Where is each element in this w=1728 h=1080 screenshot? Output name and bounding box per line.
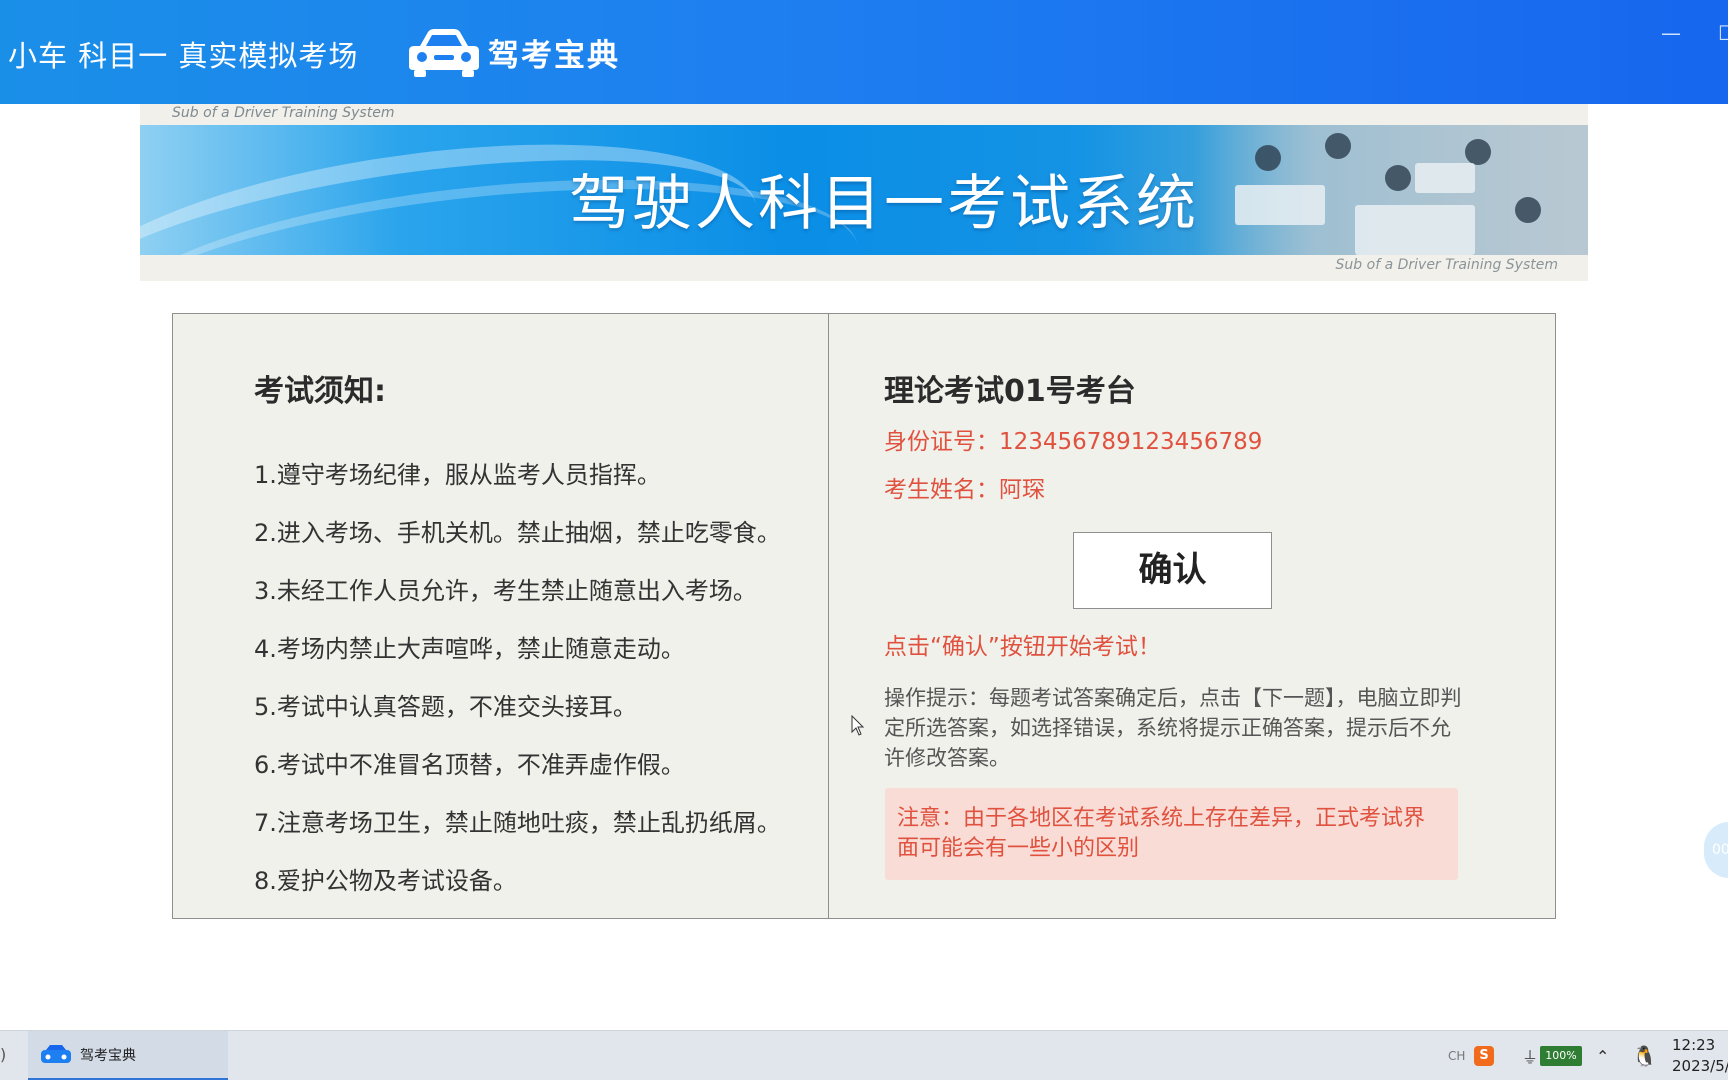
logo-text: 驾考宝典: [488, 37, 620, 74]
notice-rule: 4.考场内禁止大声喧哗，禁止随意走动。: [254, 635, 685, 663]
taskbar-app-jiakaobaodian[interactable]: 驾考宝典: [28, 1031, 228, 1080]
banner-subtitle-bottom: Sub of a Driver Training System: [1335, 257, 1558, 273]
car-app-icon: [41, 1044, 71, 1063]
minimize-icon[interactable]: —: [1656, 18, 1686, 48]
mouse-cursor-icon: [851, 715, 865, 736]
examinee-name-line: 考生姓名：阿琛: [884, 477, 1045, 503]
sogou-logo: S: [1474, 1046, 1494, 1066]
notice-rule: 8.爱护公物及考试设备。: [254, 867, 517, 895]
qq-penguin-icon[interactable]: 🐧: [1632, 1031, 1657, 1080]
notice-rule: 2.进入考场、手机关机。禁止抽烟，禁止吃零食。: [254, 519, 781, 547]
maximize-icon[interactable]: ☐: [1712, 18, 1728, 48]
taskbar-app-label: 驾考宝典: [80, 1047, 136, 1064]
clock-time: 12:23: [1672, 1036, 1716, 1054]
clock-date: 2023/5/: [1672, 1057, 1728, 1075]
power-plug-icon[interactable]: ⏚: [1522, 1031, 1538, 1080]
exam-station-title: 理论考试01号考台: [884, 374, 1136, 409]
notice-rule: 6.考试中不准冒名顶替，不准弄虚作假。: [254, 751, 685, 779]
notice-rule: 1.遵守考场纪律，服从监考人员指挥。: [254, 461, 661, 489]
system-banner: Sub of a Driver Training System 驾驶人科目一考试…: [140, 104, 1588, 281]
start-exam-hint: 点击“确认”按钮开始考试！: [884, 634, 1161, 660]
panel-divider: [828, 314, 829, 918]
sogou-ime-icon[interactable]: S: [1474, 1031, 1494, 1080]
notice-heading: 考试须知:: [254, 374, 386, 409]
app-titlebar: 小车 科目一 真实模拟考场 驾考宝典 — ☐: [0, 0, 1728, 104]
operation-tip: 操作提示：每题考试答案确定后，点击【下一题】，电脑立即判定所选答案，如选择错误，…: [884, 686, 1462, 770]
notice-rule: 3.未经工作人员允许，考生禁止随意出入考场。: [254, 577, 757, 605]
notice-rule: 5.考试中认真答题，不准交头接耳。: [254, 693, 637, 721]
notice-rule: 7.注意考场卫生，禁止随地吐痰，禁止乱扔纸屑。: [254, 809, 781, 837]
banner-title: 驾驶人科目一考试系统: [569, 169, 1199, 239]
battery-level: 100%: [1540, 1046, 1582, 1066]
banner-subtitle-top: Sub of a Driver Training System: [172, 105, 395, 121]
tray-expand-chevron-icon[interactable]: ⌃: [1596, 1031, 1609, 1080]
windows-taskbar: ) 驾考宝典 CH S ⏚ 100% ⌃ 🐧 12:23 2023/5/: [0, 1030, 1728, 1080]
app-logo: 驾考宝典: [406, 26, 620, 78]
warning-notice: 注意：由于各地区在考试系统上存在差异，正式考试界面可能会有一些小的区别: [885, 788, 1458, 880]
car-logo-icon: [409, 29, 479, 77]
exam-subject-title: 小车 科目一 真实模拟考场: [8, 39, 359, 73]
exam-info-panel: 考试须知: 1.遵守考场纪律，服从监考人员指挥。 2.进入考场、手机关机。禁止抽…: [172, 313, 1556, 919]
id-number-line: 身份证号：123456789123456789: [884, 429, 1263, 455]
taskbar-edge-icon[interactable]: ): [0, 1045, 6, 1064]
battery-icon[interactable]: 100%: [1540, 1031, 1582, 1080]
banner-image: 驾驶人科目一考试系统: [140, 125, 1588, 255]
floating-assistant-button[interactable]: 00: [1704, 822, 1728, 878]
input-method-indicator[interactable]: CH: [1448, 1031, 1465, 1080]
system-clock[interactable]: 12:23 2023/5/: [1672, 1035, 1728, 1077]
confirm-button[interactable]: 确认: [1073, 532, 1272, 609]
